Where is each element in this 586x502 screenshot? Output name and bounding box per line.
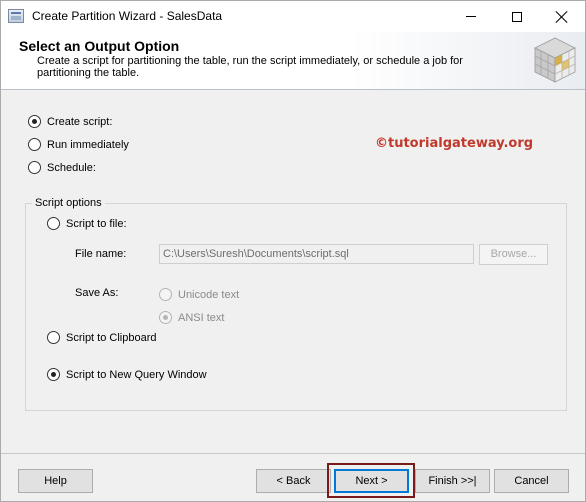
wizard-window: Create Partition Wizard - SalesData Sele…: [0, 0, 586, 502]
file-name-input[interactable]: C:\Users\Suresh\Documents\script.sql: [159, 244, 474, 264]
radio-unselected-icon: [28, 161, 41, 174]
radio-disabled-icon: [159, 288, 172, 301]
radio-unselected-icon: [28, 138, 41, 151]
window-title: Create Partition Wizard - SalesData: [32, 9, 223, 23]
next-button[interactable]: Next >: [334, 469, 409, 493]
options-panel: Create script: Run immediately Schedule:…: [1, 91, 585, 452]
maximize-button[interactable]: [494, 1, 540, 32]
run-immediately-radio[interactable]: Run immediately: [28, 138, 129, 151]
close-icon: [556, 11, 568, 23]
radio-selected-icon: [28, 115, 41, 128]
wizard-header: Select an Output Option Create a script …: [1, 32, 585, 90]
page-description: Create a script for partitioning the tab…: [37, 55, 463, 79]
close-button[interactable]: [539, 1, 585, 32]
database-cube-icon: [534, 37, 576, 83]
finish-button[interactable]: Finish >>|: [415, 469, 490, 493]
unicode-text-radio[interactable]: Unicode text: [159, 288, 239, 301]
browse-button[interactable]: Browse...: [479, 244, 548, 265]
script-to-file-label: Script to file:: [66, 217, 127, 230]
page-title: Select an Output Option: [19, 38, 180, 54]
script-options-legend: Script options: [32, 197, 105, 209]
create-script-radio[interactable]: Create script:: [28, 115, 112, 128]
help-button[interactable]: Help: [18, 469, 93, 493]
script-to-new-query-window-label: Script to New Query Window: [66, 368, 207, 381]
back-button[interactable]: < Back: [256, 469, 331, 493]
script-to-new-query-window-radio[interactable]: Script to New Query Window: [47, 368, 207, 381]
radio-unselected-icon: [47, 331, 60, 344]
create-script-label: Create script:: [47, 115, 113, 128]
ansi-text-label: ANSI text: [178, 311, 225, 324]
schedule-label: Schedule:: [47, 161, 96, 174]
wizard-app-icon: [8, 9, 24, 23]
file-name-label: File name:: [75, 248, 127, 260]
script-to-clipboard-radio[interactable]: Script to Clipboard: [47, 331, 157, 344]
watermark-text: ©tutorialgateway.org: [375, 136, 534, 151]
radio-disabled-selected-icon: [159, 311, 172, 324]
maximize-icon: [512, 11, 522, 22]
ansi-text-radio[interactable]: ANSI text: [159, 311, 224, 324]
radio-unselected-icon: [47, 217, 60, 230]
footer-divider: [1, 453, 585, 454]
minimize-icon: [466, 16, 476, 17]
unicode-text-label: Unicode text: [178, 288, 240, 301]
title-bar[interactable]: Create Partition Wizard - SalesData: [1, 1, 585, 32]
minimize-button[interactable]: [448, 1, 494, 32]
script-to-clipboard-label: Script to Clipboard: [66, 331, 157, 344]
save-as-label: Save As:: [75, 287, 119, 299]
script-to-file-radio[interactable]: Script to file:: [47, 217, 127, 230]
run-immediately-label: Run immediately: [47, 138, 129, 151]
schedule-radio[interactable]: Schedule:: [28, 161, 96, 174]
radio-selected-icon: [47, 368, 60, 381]
cancel-button[interactable]: Cancel: [494, 469, 569, 493]
